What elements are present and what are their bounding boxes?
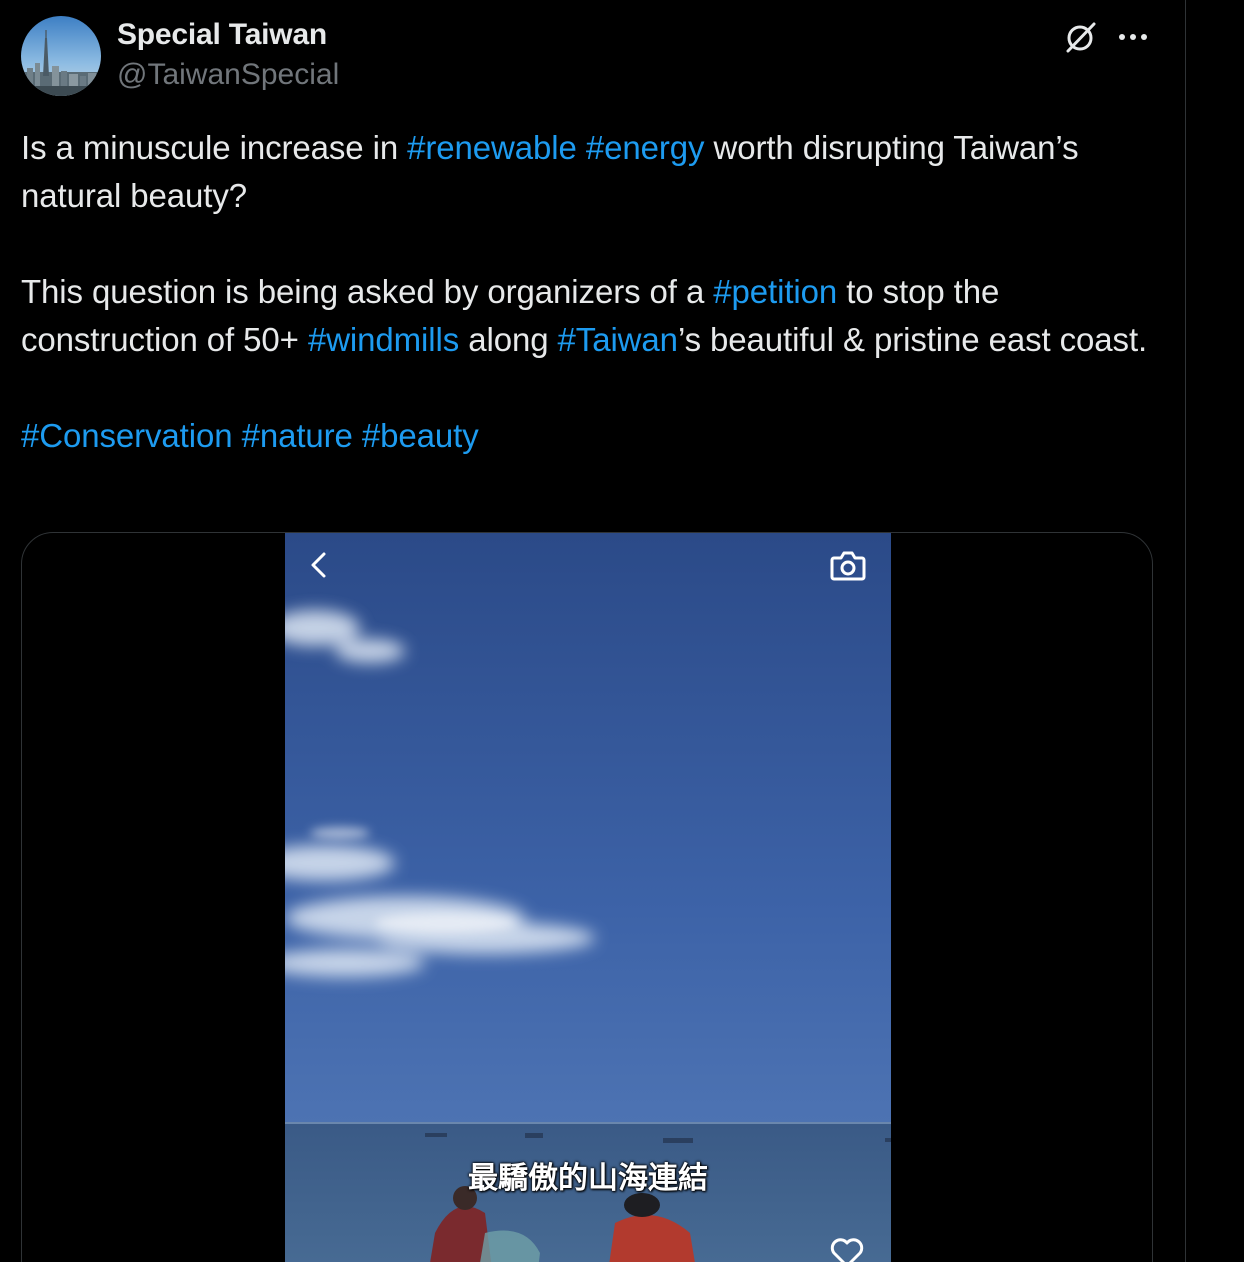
tweet-paragraph: This question is being asked by organize… xyxy=(21,268,1161,364)
video-like-button[interactable] xyxy=(827,1233,867,1262)
tweet-paragraph: Is a minuscule increase in #renewable #e… xyxy=(21,124,1161,220)
hashtag-link[interactable]: #energy xyxy=(586,129,705,166)
video-caption: 最驕傲的山海連結 xyxy=(468,1161,708,1196)
tweet-paragraph: #Conservation #nature #beauty xyxy=(21,412,1161,460)
tweet-text: Is a minuscule increase in #renewable #e… xyxy=(21,124,1161,460)
hashtag-link[interactable]: #beauty xyxy=(362,417,479,454)
avatar[interactable] xyxy=(21,16,101,96)
tweet-text-segment: along xyxy=(459,321,558,358)
hashtag-link[interactable]: #petition xyxy=(713,273,837,310)
grok-button[interactable] xyxy=(1060,16,1102,58)
hashtag-link[interactable]: #renewable xyxy=(407,129,577,166)
camera-icon xyxy=(830,551,866,581)
tweet-text-segment: This question is being asked by organize… xyxy=(21,273,714,310)
tweet-text-segment xyxy=(577,129,586,166)
author-handle[interactable]: @TaiwanSpecial xyxy=(117,58,339,92)
media-card: 最驕傲的山海連結 xyxy=(21,532,1153,1262)
hashtag-link[interactable]: #Conservation xyxy=(21,417,233,454)
author-display-name[interactable]: Special Taiwan xyxy=(117,18,327,52)
city-skyline-avatar-icon xyxy=(21,16,101,96)
video-player[interactable]: 最驕傲的山海連結 xyxy=(285,533,891,1262)
hashtag-link[interactable]: #nature xyxy=(242,417,353,454)
column-divider xyxy=(1185,0,1186,1262)
grok-icon xyxy=(1066,22,1096,53)
more-options-button[interactable] xyxy=(1112,16,1154,58)
video-back-button[interactable] xyxy=(303,549,335,581)
video-camera-button[interactable] xyxy=(829,547,867,585)
chevron-left-icon xyxy=(311,552,326,578)
more-horizontal-icon xyxy=(1119,34,1147,40)
hashtag-link[interactable]: #windmills xyxy=(308,321,459,358)
tweet-text-segment xyxy=(233,417,242,454)
tweet-text-segment: ’s beautiful & pristine east coast. xyxy=(677,321,1148,358)
tweet-text-segment xyxy=(353,417,362,454)
heart-icon xyxy=(830,1238,864,1262)
tweet-page: Special Taiwan @TaiwanSpecial Is a minus… xyxy=(0,0,1244,1262)
tweet-text-segment: Is a minuscule increase in xyxy=(21,129,408,166)
hashtag-link[interactable]: #Taiwan xyxy=(558,321,678,358)
